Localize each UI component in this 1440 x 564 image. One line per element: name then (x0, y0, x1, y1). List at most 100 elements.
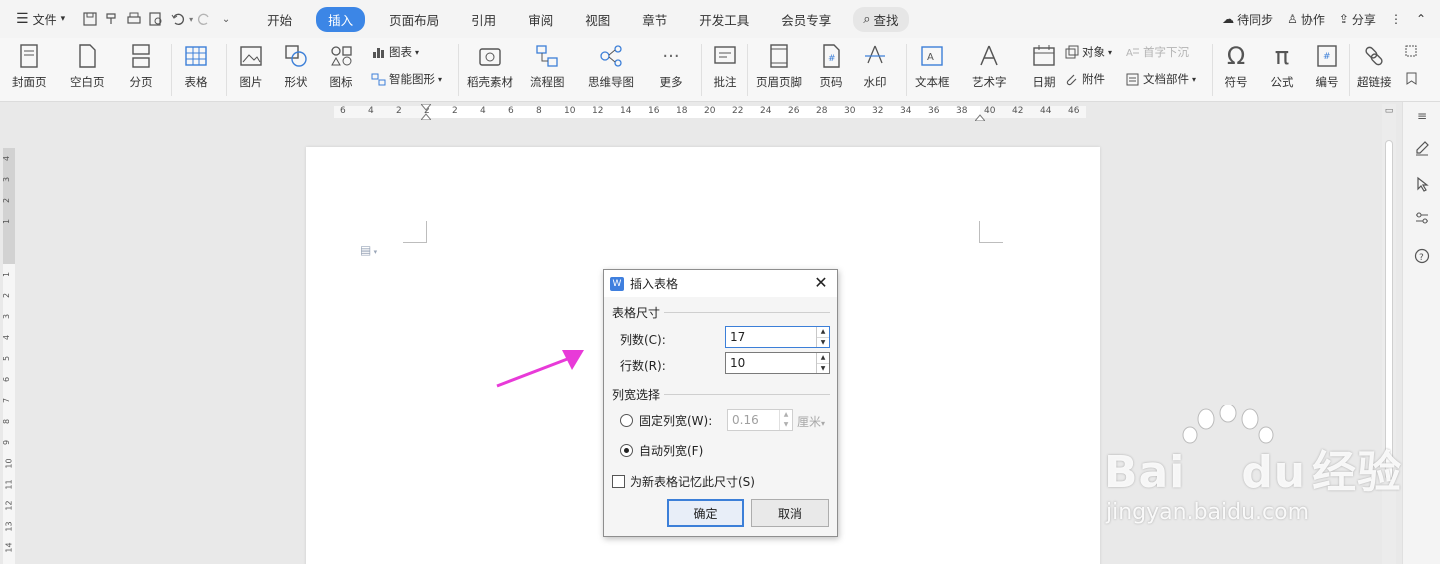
smartart-button[interactable]: 智能图形 ▾ (371, 71, 442, 87)
blank-page-button[interactable]: 空白页 (70, 38, 105, 90)
scrollbar-thumb[interactable] (1385, 140, 1393, 480)
ruler-number: 4 (2, 334, 12, 341)
wordart-button[interactable]: 艺术字 (972, 38, 1007, 90)
dropcap-button[interactable]: A 首字下沉 (1125, 44, 1189, 60)
picture-button[interactable]: 图片 (236, 38, 266, 90)
comment-button[interactable]: 批注 (710, 38, 740, 90)
fixed-width-radio[interactable] (620, 414, 633, 427)
format-painter-icon[interactable] (101, 8, 123, 30)
watermark-button[interactable]: 水印 (860, 38, 890, 90)
icon-library-button[interactable]: 图标 (326, 38, 356, 90)
mindmap-button[interactable]: 思维导图 (588, 38, 634, 90)
shape-button[interactable]: 形状 (281, 38, 311, 90)
hyperlink-button[interactable]: 超链接 (1357, 38, 1392, 90)
close-icon[interactable]: ✕ (813, 275, 829, 291)
tab-review[interactable]: 审阅 (520, 7, 561, 32)
pen-icon[interactable] (1412, 138, 1432, 158)
more-options-icon[interactable]: ⋮ (1390, 12, 1402, 26)
remember-size-checkbox[interactable] (612, 475, 625, 488)
file-menu-button[interactable]: ☰ 文件 ▾ (10, 6, 71, 32)
header-footer-button[interactable]: 页眉页脚 (756, 38, 802, 90)
right-indent-marker[interactable] (973, 110, 987, 122)
ruler-number: 2 (452, 106, 458, 116)
chart-button[interactable]: 图表 ▾ (371, 44, 419, 60)
baidu-watermark: Bai du 经验 jingyan.baidu.com (1104, 436, 1402, 525)
smartart-label: 智能图形 (389, 72, 435, 86)
formula-button[interactable]: π 公式 (1267, 38, 1297, 90)
collapse-ribbon-icon[interactable]: ⌃ (1416, 12, 1426, 26)
material-button[interactable]: 稻壳素材 (467, 38, 513, 90)
save-icon[interactable] (79, 8, 101, 30)
fixed-width-increment-icon: ▲ (783, 411, 789, 418)
columns-decrement-icon[interactable]: ▼ (817, 338, 829, 348)
rows-increment-icon[interactable]: ▲ (817, 353, 829, 364)
crossref-icon[interactable] (1404, 44, 1419, 59)
numbering-label: 编号 (1315, 75, 1339, 89)
print-icon[interactable] (123, 8, 145, 30)
ruler-text-track (3, 264, 15, 564)
auto-width-option[interactable]: 自动列宽(F) (620, 442, 703, 459)
columns-increment-icon[interactable]: ▲ (817, 327, 829, 338)
sliders-icon[interactable] (1412, 208, 1432, 228)
search-icon: ⌕ (863, 11, 871, 27)
ok-button[interactable]: 确定 (667, 499, 744, 527)
search-button[interactable]: ⌕ 查找 (853, 6, 909, 32)
comment-icon (710, 41, 740, 71)
indent-marker[interactable] (419, 103, 433, 121)
textbox-button[interactable]: A 文本框 (915, 38, 950, 90)
tab-page-layout[interactable]: 页面布局 (381, 7, 447, 32)
page-break-button[interactable]: 分页 (126, 38, 156, 90)
textbox-icon: A (917, 41, 947, 71)
rows-decrement-icon[interactable]: ▼ (817, 364, 829, 374)
table-button[interactable]: 表格 (181, 38, 211, 90)
paragraph-handle-icon[interactable]: ▤ ▾ (360, 243, 377, 257)
date-button[interactable]: 日期 (1029, 38, 1059, 90)
more-button[interactable]: ··· 更多 (656, 38, 686, 90)
print-preview-icon[interactable] (145, 8, 167, 30)
cancel-button[interactable]: 取消 (751, 499, 829, 527)
tab-member[interactable]: 会员专享 (773, 7, 839, 32)
icon-library-label: 图标 (329, 75, 353, 89)
tab-insert[interactable]: 插入 (316, 6, 366, 32)
auto-width-radio[interactable] (620, 444, 633, 457)
collab-button[interactable]: ♙ 协作 (1287, 11, 1325, 28)
customize-quick-access-icon[interactable]: ⌄ (215, 8, 237, 30)
dialog-title-bar[interactable]: W 插入表格 (604, 270, 837, 297)
docparts-button[interactable]: 文档部件 ▾ (1125, 71, 1196, 87)
ruler-number: 10 (564, 106, 576, 116)
rows-input[interactable]: 10 (726, 353, 816, 373)
page-number-button[interactable]: # 页码 (816, 38, 846, 90)
share-button[interactable]: ⇪ 分享 (1339, 11, 1376, 28)
undo-icon[interactable] (167, 8, 189, 30)
auto-width-label: 自动列宽(F) (639, 444, 704, 458)
cursor-icon[interactable] (1412, 174, 1432, 194)
ruler-number: 46 (1068, 106, 1080, 116)
ribbon-separator (458, 44, 459, 96)
fixed-width-option[interactable]: 固定列宽(W): (620, 412, 712, 429)
object-button[interactable]: 对象 ▾ (1064, 44, 1112, 60)
attachment-button[interactable]: 附件 (1064, 71, 1105, 87)
cover-page-button[interactable]: 封面页 (12, 38, 47, 90)
symbol-button[interactable]: Ω 符号 (1221, 38, 1251, 90)
flowchart-button[interactable]: 流程图 (530, 38, 565, 90)
scroll-top-button[interactable]: ▭ (1383, 106, 1395, 118)
tab-view[interactable]: 视图 (577, 7, 618, 32)
columns-input[interactable]: 17 (726, 327, 816, 347)
bookmark-icon[interactable] (1404, 71, 1419, 86)
ruler-number: 6 (508, 106, 514, 116)
tab-references[interactable]: 引用 (463, 7, 504, 32)
chevron-down-icon: ▾ (1108, 47, 1113, 57)
redo-icon[interactable] (193, 8, 215, 30)
panel-menu-icon[interactable]: ≡ (1412, 106, 1432, 126)
sync-button[interactable]: ☁ 待同步 (1222, 11, 1273, 28)
ruler-number: 6 (2, 376, 12, 383)
tab-section[interactable]: 章节 (634, 7, 675, 32)
remember-size-option[interactable]: 为新表格记忆此尺寸(S) (612, 473, 755, 490)
tab-start[interactable]: 开始 (259, 7, 300, 32)
tab-developer[interactable]: 开发工具 (691, 7, 757, 32)
fixed-width-spinbox: 0.16 ▲ ▼ (727, 409, 793, 431)
columns-spinbox[interactable]: 17 ▲ ▼ (725, 326, 830, 348)
numbering-button[interactable]: # 编号 (1312, 38, 1342, 90)
rows-spinbox[interactable]: 10 ▲ ▼ (725, 352, 830, 374)
help-icon[interactable]: ? (1412, 246, 1432, 266)
